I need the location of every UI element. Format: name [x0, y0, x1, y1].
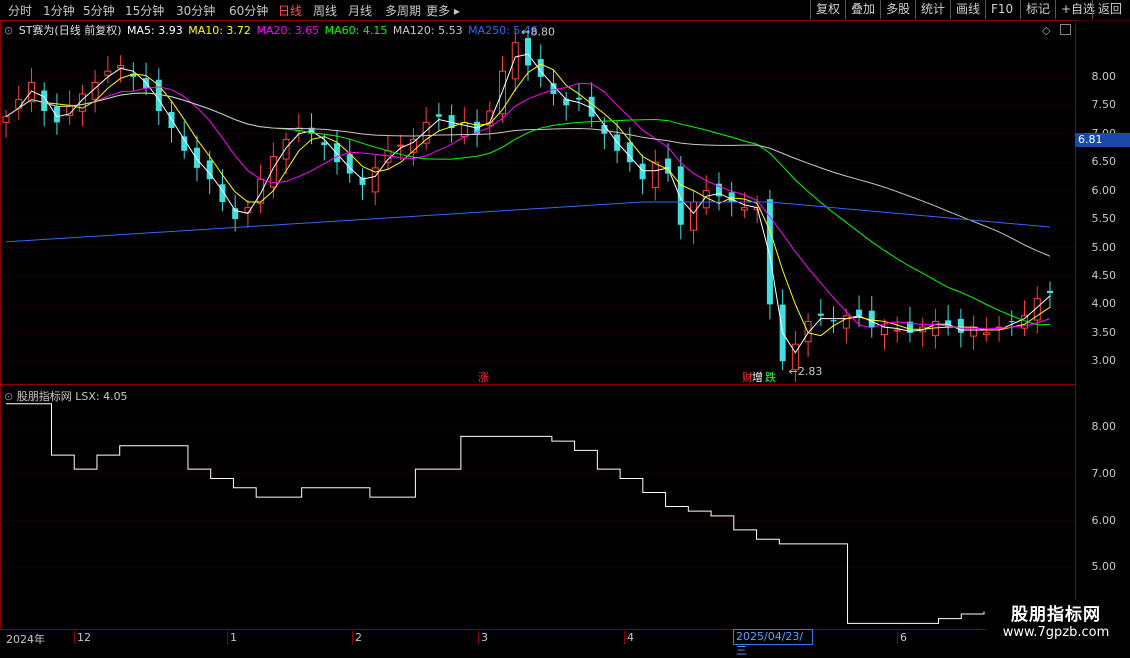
main-chart[interactable]: ←8.80←2.83涨财增跌: [0, 20, 1074, 384]
lsx-line: [6, 403, 985, 624]
main-y-tick: 8.00: [1091, 69, 1117, 83]
x-axis-label: 6: [897, 631, 907, 644]
event-label: 涨: [478, 371, 489, 384]
period-tab-8[interactable]: 月线: [348, 2, 372, 19]
candle-body: [880, 326, 888, 336]
candle-body: [1047, 290, 1053, 293]
candle-body: [575, 97, 582, 100]
x-axis-label: 2025/04/23/三: [733, 629, 813, 657]
period-tab-4[interactable]: 30分钟: [176, 2, 215, 19]
candle-body: [193, 147, 200, 168]
toolbar-button-3[interactable]: 统计: [915, 0, 950, 19]
main-y-tick: 4.00: [1091, 297, 1117, 311]
candle-body: [601, 125, 608, 134]
x-axis-label: 4: [624, 631, 634, 644]
main-y-tick: 5.50: [1091, 212, 1117, 226]
site-logo: 股朋指标网 www.7gpzb.com: [986, 600, 1126, 644]
event-label: 增: [752, 370, 763, 384]
toolbar-button-5[interactable]: F10: [985, 0, 1018, 19]
period-tab-7[interactable]: 周线: [313, 2, 337, 19]
sub-chart[interactable]: [0, 385, 1074, 628]
candle-body: [525, 38, 531, 66]
high-marker: ←8.80: [521, 25, 555, 38]
main-y-tick: 5.00: [1091, 240, 1117, 254]
candle-body: [435, 114, 442, 117]
panel-scroll-icon[interactable]: [1060, 24, 1071, 35]
main-y-tick: 3.00: [1091, 354, 1117, 368]
candle-body: [397, 144, 405, 147]
indicator-value: LSX: 4.05: [75, 390, 128, 403]
x-axis-label: 3: [478, 631, 488, 644]
candle-body: [91, 82, 99, 100]
sub-y-tick: 6.00: [1091, 513, 1117, 527]
collapse-icon[interactable]: ⊙: [4, 390, 13, 403]
candle-body: [53, 106, 60, 123]
candle-body: [1008, 321, 1015, 323]
sub-y-tick: 5.00: [1091, 560, 1117, 574]
candle-body: [957, 318, 964, 333]
period-tab-2[interactable]: 5分钟: [83, 2, 115, 19]
current-price-badge: 6.81: [1075, 133, 1130, 147]
logo-url: www.7gpzb.com: [1002, 625, 1110, 640]
toolbar-button-4[interactable]: 画线: [950, 0, 985, 19]
toolbar-button-0[interactable]: 复权: [810, 0, 845, 19]
candle-body: [830, 320, 837, 322]
candle-body: [639, 163, 646, 180]
ma-line-2: [5, 82, 1051, 330]
candle-body: [868, 310, 875, 328]
x-axis-label: 1: [227, 631, 237, 644]
candle-body: [982, 332, 990, 336]
main-y-tick: 7.50: [1091, 98, 1117, 112]
toolbar-button-1[interactable]: 叠加: [845, 0, 880, 19]
x-axis-label: 2024年: [6, 633, 45, 646]
period-tab-1[interactable]: 1分钟: [43, 2, 75, 19]
candle-body: [282, 138, 290, 160]
main-y-tick: 4.50: [1091, 268, 1117, 282]
period-tab-5[interactable]: 60分钟: [229, 2, 268, 19]
candle-body: [104, 70, 112, 76]
candle-body: [321, 142, 328, 146]
candle-body: [499, 70, 507, 115]
toolbar: 分时 1分钟 5分钟 15分钟 30分钟 60分钟 日线 周线 月线 多周期 更多 ▸ 复权 叠加 多股…: [0, 0, 1130, 21]
settings-diamond-icon[interactable]: ◇: [1042, 24, 1050, 37]
x-axis-label: 2: [352, 631, 362, 644]
indicator-name: 股朋指标网: [16, 390, 72, 403]
candle-body: [677, 166, 684, 225]
period-tab-9[interactable]: 多周期: [385, 2, 421, 19]
toolbar-button-8[interactable]: 返回: [1092, 0, 1127, 19]
sub-y-tick: 7.00: [1091, 466, 1117, 480]
x-axis-label: 12: [74, 631, 91, 644]
candle-body: [2, 116, 10, 123]
candle-body: [740, 207, 748, 211]
candle-body: [856, 309, 863, 316]
candle-body: [893, 329, 901, 332]
sub-y-tick: 8.00: [1091, 420, 1117, 434]
period-tab-3[interactable]: 15分钟: [125, 2, 164, 19]
candle-body: [690, 201, 698, 231]
main-y-tick: 3.50: [1091, 325, 1117, 339]
low-marker: ←2.83: [789, 365, 823, 378]
toolbar-button-6[interactable]: 标记: [1020, 0, 1055, 19]
main-y-tick: 6.00: [1091, 183, 1117, 197]
candle-body: [511, 42, 519, 80]
period-tab-0[interactable]: 分时: [8, 2, 32, 19]
candle-body: [817, 313, 824, 316]
candle-body: [651, 161, 659, 188]
candle-body: [117, 65, 125, 69]
ma-line-250: [5, 201, 1051, 243]
period-tab-10[interactable]: 更多 ▸: [426, 2, 460, 19]
candle-body: [842, 315, 850, 329]
candle-body: [346, 154, 353, 174]
logo-title: 股朋指标网: [1011, 605, 1101, 625]
event-label: 跌: [765, 370, 776, 384]
period-tab-6[interactable]: 日线: [278, 2, 302, 19]
candle-body: [155, 79, 162, 111]
main-y-tick: 6.50: [1091, 155, 1117, 169]
toolbar-button-2[interactable]: 多股: [880, 0, 915, 19]
sub-panel-title: ⊙ 股朋指标网 LSX: 4.05: [4, 388, 128, 404]
candle-body: [334, 143, 341, 163]
